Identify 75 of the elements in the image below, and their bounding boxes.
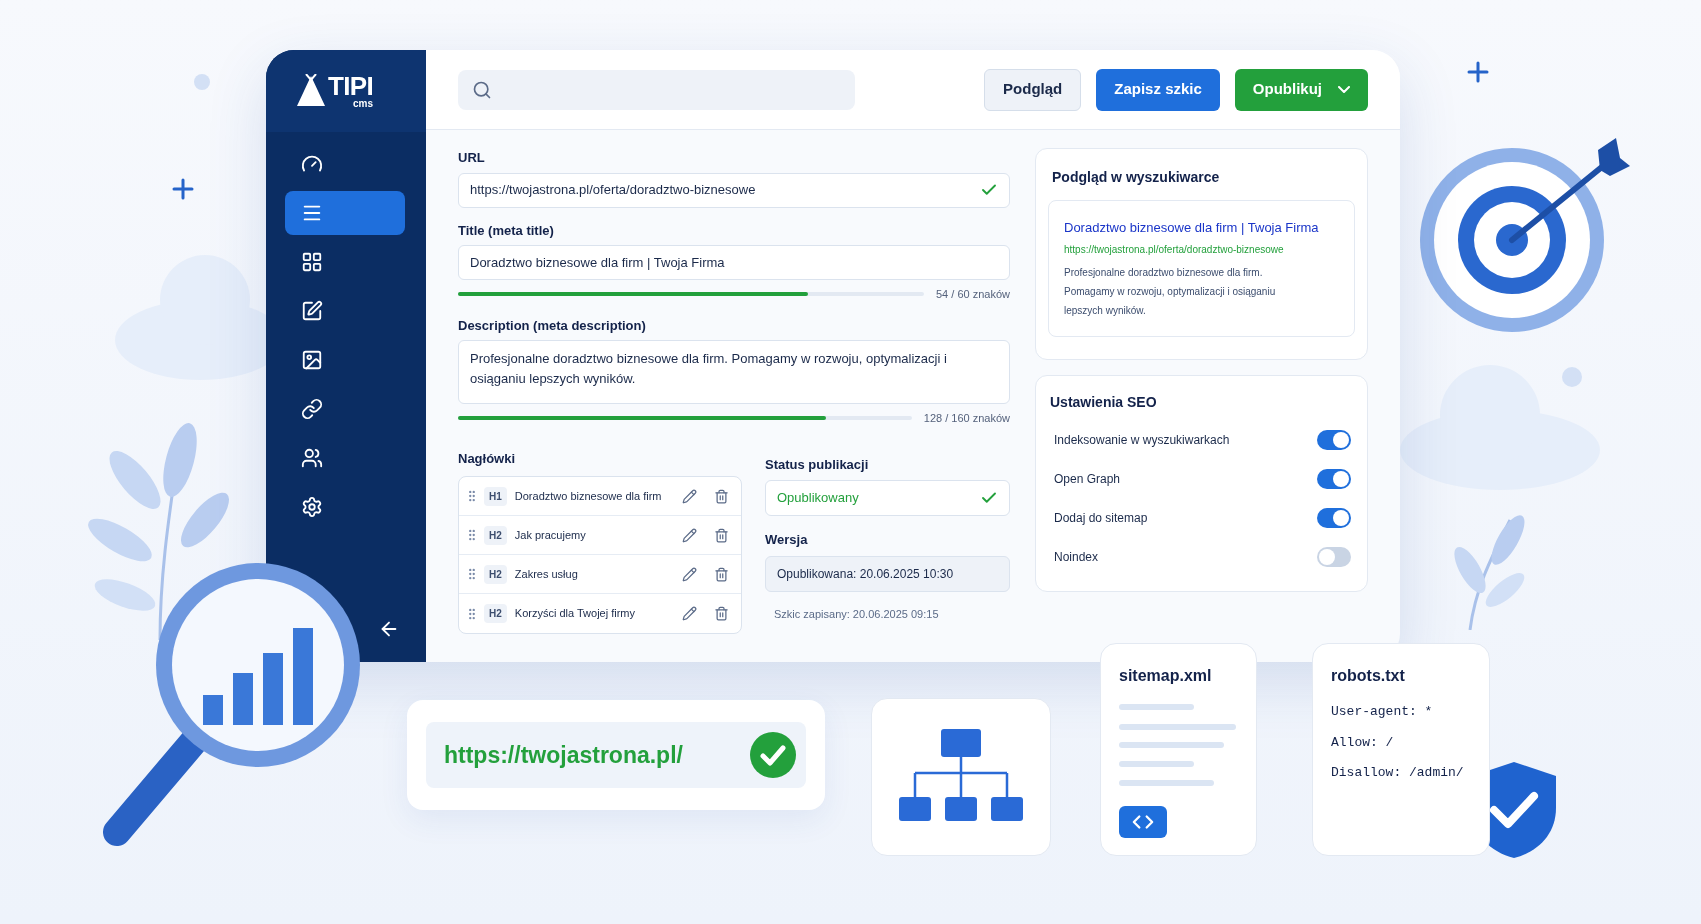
heading-row[interactable]: H2 Zakres usług — [459, 555, 741, 594]
url-value: https://twojastrona.pl/oferta/doradztwo-biznesowe — [470, 181, 757, 200]
heading-tag: H2 — [484, 525, 507, 545]
heading-tag: H2 — [484, 564, 507, 584]
caret-icon — [1338, 86, 1350, 93]
heading-row[interactable]: H2 Jak pracujemy — [459, 516, 741, 555]
status-field[interactable]: Opublikowany — [765, 480, 1010, 516]
file-title: sitemap.xml — [1119, 666, 1213, 686]
chart-bar — [203, 695, 223, 725]
trash-icon[interactable] — [714, 606, 729, 621]
toggle-switch[interactable] — [1317, 430, 1351, 450]
settings-icon — [301, 496, 323, 518]
trash-icon[interactable] — [714, 527, 729, 543]
plus-icon — [172, 178, 194, 200]
chart-bar — [263, 653, 283, 725]
url-field[interactable]: https://twojastrona.pl/oferta/doradztwo-biznesowe — [458, 172, 1010, 208]
serp-title[interactable]: Doradztwo biznesowe dla firm | Twoja Firma — [1064, 218, 1339, 238]
title-field[interactable]: Doradztwo biznesowe dla firm | Twoja Firma — [458, 245, 1010, 280]
heading-row[interactable]: H2 Korzyści dla Twojej firmy — [459, 594, 741, 633]
plus-icon — [1467, 61, 1489, 83]
robots-line: User-agent: * — [1331, 703, 1434, 721]
toggle-switch[interactable] — [1317, 508, 1351, 528]
tent-logo-icon — [296, 74, 326, 108]
users-icon — [301, 447, 323, 469]
section-label: Wersja — [765, 531, 809, 549]
heading-tag: H1 — [484, 486, 507, 506]
pencil-icon[interactable] — [682, 606, 697, 621]
code-icon — [1119, 806, 1167, 838]
logo-text: TIPI — [328, 73, 374, 99]
serp-description: Profesjonalne doradztwo biznesowe dla firm. Pomagamy w rozwoju, optymalizacji i osiąganiu lepszych wyników. — [1064, 265, 1277, 318]
pencil-icon[interactable] — [682, 566, 697, 582]
pencil-icon[interactable] — [682, 527, 697, 543]
pencil-icon[interactable] — [682, 488, 697, 504]
field-label: Description (meta description) — [458, 316, 647, 335]
trash-icon[interactable] — [714, 566, 729, 582]
search-icon — [472, 79, 492, 100]
toolbar-button[interactable]: Zapisz szkic — [1096, 68, 1220, 111]
section-label: Status publikacji — [765, 455, 870, 474]
field-label: Title (meta title) — [458, 221, 555, 240]
grid-icon — [301, 251, 323, 273]
char-counter: 54 / 60 znaków — [936, 287, 1010, 302]
image-icon — [301, 349, 323, 371]
heading-text: Zakres usług — [514, 566, 579, 582]
description-field[interactable]: Profesjonalne doradztwo biznesowe dla firm. Pomagamy w rozwoju, optymalizacji i osiąganiu lepszych wyników. — [458, 340, 1010, 404]
heading-tag: H2 — [484, 604, 507, 623]
file-title: robots.txt — [1331, 666, 1406, 686]
setting-label: Dodaj do sitemap — [1054, 510, 1148, 527]
card-title: Ustawienia SEO — [1050, 392, 1158, 412]
robots-line: Allow: / — [1331, 733, 1395, 752]
setting-label: Indeksowanie w wyszukiwarkach — [1054, 432, 1230, 449]
version-field: Opublikowana: 20.06.2025 10:30 — [765, 555, 1010, 592]
link-icon — [301, 398, 323, 420]
char-counter: 128 / 160 znaków — [923, 411, 1010, 426]
trash-icon[interactable] — [714, 488, 729, 504]
toolbar-button[interactable]: Podgląd — [984, 68, 1082, 111]
logo-subtitle: cms — [353, 99, 374, 109]
heading-text: Korzyści dla Twojej firmy — [514, 606, 636, 622]
search-field[interactable] — [458, 69, 855, 110]
dot-icon — [1561, 366, 1583, 388]
setting-label: Noindex — [1054, 549, 1099, 566]
toggle-switch[interactable] — [1317, 547, 1351, 567]
heading-text: Jak pracujemy — [514, 527, 587, 543]
serp-url: https://twojastrona.pl/oferta/doradztwo-biznesowe — [1064, 242, 1285, 257]
draft-note: Szkic zapisany: 20.06.2025 09:15 — [773, 606, 940, 622]
dot-icon — [193, 73, 211, 91]
section-label: Nagłówki — [458, 449, 517, 468]
heading-row[interactable]: H1 Doradztwo biznesowe dla firm — [459, 477, 741, 516]
field-label: URL — [458, 149, 486, 167]
toggle-switch[interactable] — [1317, 469, 1351, 489]
card-title: Podgląd w wyszukiwarce — [1051, 168, 1221, 187]
heading-text: Doradztwo biznesowe dla firm — [514, 488, 663, 504]
edit-icon — [301, 300, 323, 322]
chart-bar — [233, 673, 253, 725]
setting-label: Open Graph — [1054, 471, 1121, 488]
robots-line: Disallow: /admin/ — [1331, 764, 1465, 782]
